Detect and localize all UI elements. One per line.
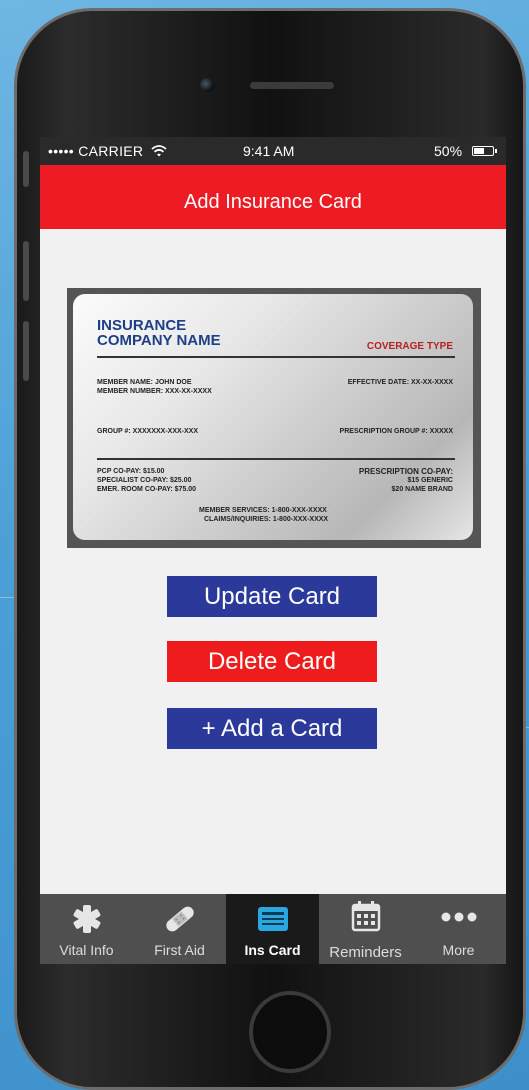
tab-label: Vital Info (59, 942, 114, 958)
card-member-services: MEMBER SERVICES: 1-800-XXX-XXXX (199, 507, 327, 514)
volume-down-button (23, 321, 29, 381)
calendar-icon (351, 901, 380, 932)
battery-icon (472, 146, 497, 156)
battery-percentage: 50% (434, 143, 463, 159)
delete-card-button[interactable]: Delete Card (167, 641, 377, 682)
card-divider (97, 458, 455, 460)
card-member-name: MEMBER NAME: JOHN DOE (97, 379, 192, 386)
insurance-card-image-frame[interactable]: INSURANCE COMPANY NAME COVERAGE TYPE MEM… (67, 288, 481, 548)
tab-reminders[interactable]: Reminders (319, 894, 412, 964)
card-emergency-copay: EMER. ROOM CO-PAY: $75.00 (97, 486, 197, 493)
card-coverage-type: COVERAGE TYPE (366, 341, 453, 352)
card-company-name: INSURANCE COMPANY NAME (97, 318, 221, 348)
card-claims: CLAIMS/INQUIRIES: 1-800-XXX-XXXX (204, 516, 329, 523)
card-member-number: MEMBER NUMBER: XXX-XX-XXXX (97, 388, 212, 395)
app-screen: ••••• CARRIER 9:41 AM 50% Add Insurance … (40, 137, 506, 964)
card-rx-copay-label: PRESCRIPTION CO-PAY: (358, 467, 453, 476)
tab-label: Reminders (329, 944, 402, 961)
add-card-button[interactable]: + Add a Card (167, 708, 377, 749)
update-card-button[interactable]: Update Card (167, 576, 377, 617)
tab-bar: Vital Info First Aid Ins Card Reminders … (40, 894, 506, 964)
tab-more[interactable]: More (412, 894, 505, 964)
card-effective-date: EFFECTIVE DATE: XX-XX-XXXX (347, 379, 453, 386)
status-bar: ••••• CARRIER 9:41 AM 50% (40, 137, 506, 165)
card-rx-name-brand: $20 NAME BRAND (391, 486, 453, 493)
medical-star-icon (73, 905, 100, 933)
tab-label: More (442, 942, 475, 958)
tab-first-aid[interactable]: First Aid (133, 894, 226, 964)
home-button[interactable] (249, 991, 331, 1073)
tab-label: First Aid (154, 942, 205, 958)
card-group-number: GROUP #: XXXXXXX-XXX-XXX (97, 428, 199, 435)
insurance-card: INSURANCE COMPANY NAME COVERAGE TYPE MEM… (73, 294, 473, 540)
carrier-label: ••••• CARRIER (48, 143, 167, 159)
page-title: Add Insurance Card (184, 191, 362, 213)
card-pcp-copay: PCP CO-PAY: $15.00 (97, 468, 165, 475)
card-prescription-group: PRESCRIPTION GROUP #: XXXXX (339, 428, 453, 435)
front-camera (200, 78, 214, 92)
tab-ins-card[interactable]: Ins Card (226, 894, 319, 964)
card-company-line1: INSURANCE (97, 317, 187, 334)
card-specialist-copay: SPECIALIST CO-PAY: $25.00 (97, 477, 192, 484)
bandage-icon (165, 906, 194, 932)
main-content: INSURANCE COMPANY NAME COVERAGE TYPE MEM… (40, 229, 506, 894)
mute-switch (23, 151, 29, 187)
tab-vital-info[interactable]: Vital Info (40, 894, 133, 964)
id-card-icon (257, 907, 288, 931)
earpiece-speaker (250, 82, 334, 89)
wifi-icon (150, 145, 167, 157)
more-dots-icon (441, 912, 476, 922)
navigation-bar: Add Insurance Card (40, 165, 506, 229)
tab-label: Ins Card (244, 942, 301, 958)
card-divider (97, 356, 455, 358)
card-rx-generic: $15 GENERIC (407, 477, 453, 484)
volume-up-button (23, 241, 29, 301)
card-company-line2: COMPANY NAME (97, 332, 221, 349)
clock-time: 9:41 AM (243, 143, 295, 159)
